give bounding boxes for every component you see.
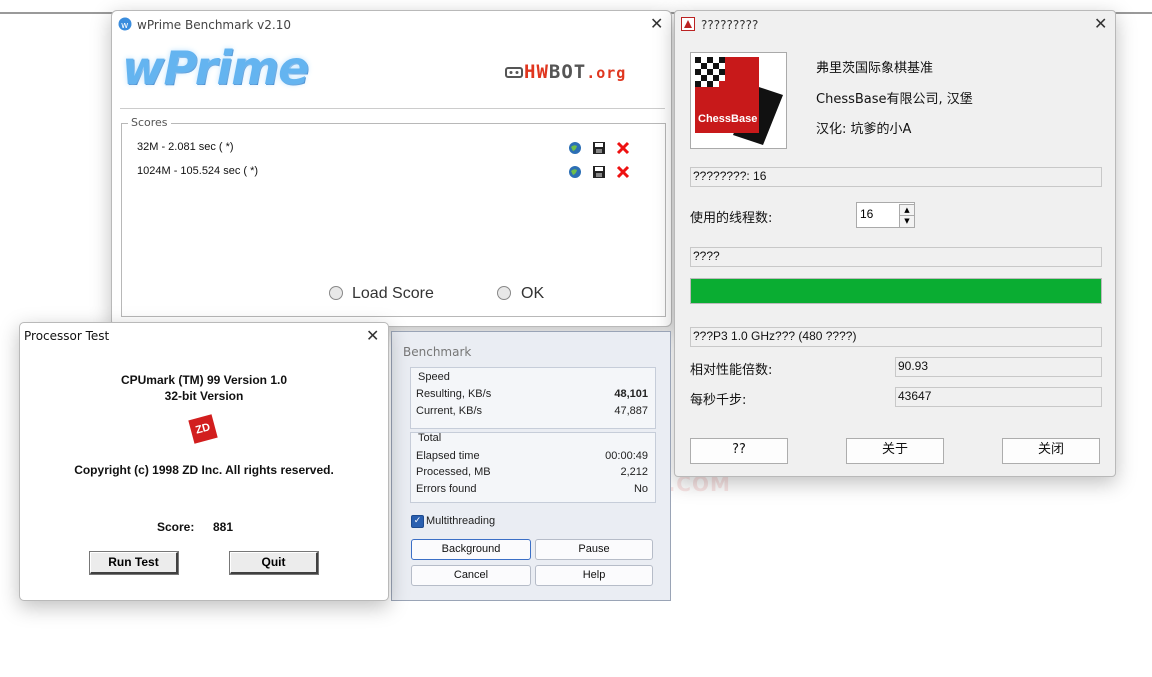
score-value: 881 xyxy=(213,520,234,534)
threads-spinner[interactable]: 16 ▲ ▼ xyxy=(856,202,915,228)
progress-bar xyxy=(690,278,1102,304)
load-score-label[interactable]: Load Score xyxy=(352,285,434,303)
processor-test-window: Processor Test ✕ CPUmark (TM) 99 Version… xyxy=(19,322,389,601)
header-divider xyxy=(120,108,665,109)
window-title: ????????? xyxy=(701,18,759,32)
unknown-button[interactable]: ?? xyxy=(690,438,788,464)
current-value: 47,887 xyxy=(614,405,648,417)
close-icon[interactable]: ✕ xyxy=(1094,16,1107,32)
load-score-radio[interactable] xyxy=(329,286,343,300)
ratio-label: 相对性能倍数: xyxy=(690,363,773,378)
cancel-button[interactable]: Cancel xyxy=(411,565,531,586)
close-button[interactable]: 关闭 xyxy=(1002,438,1100,464)
processed-label: Processed, MB xyxy=(416,466,491,478)
elapsed-value: 00:00:49 xyxy=(605,450,648,462)
help-button[interactable]: Help xyxy=(535,565,653,586)
hwbot-logo: HWBOT.org xyxy=(504,61,626,83)
total-legend: Total xyxy=(418,432,442,444)
status-field: ???? xyxy=(690,247,1102,267)
benchmark-name: 弗里茨国际象棋基准 xyxy=(816,61,934,76)
hwbot-hw: HW xyxy=(524,61,549,83)
resulting-label: Resulting, KB/s xyxy=(416,388,492,400)
scores-legend: Scores xyxy=(128,116,171,129)
score-label: Score: xyxy=(157,520,195,534)
run-test-button[interactable]: Run Test xyxy=(89,551,179,575)
hwbot-org: .org xyxy=(586,64,627,82)
product-name: CPUmark (TM) 99 Version 1.0 xyxy=(120,373,288,387)
about-button[interactable]: 关于 xyxy=(846,438,944,464)
threads-value[interactable]: 16 xyxy=(860,207,873,221)
chessbase-logo-text: ChessBase xyxy=(698,113,758,125)
background-button[interactable]: Background xyxy=(411,539,531,560)
globe-upload-icon[interactable] xyxy=(568,141,582,155)
close-icon[interactable]: ✕ xyxy=(650,16,663,32)
threads-label: 使用的线程数: xyxy=(690,211,773,226)
svg-text:w: w xyxy=(121,21,128,31)
threads-info-field: ????????: 16 xyxy=(690,167,1102,187)
save-icon[interactable] xyxy=(592,165,606,179)
copyright-text: Copyright (c) 1998 ZD Inc. All rights re… xyxy=(74,463,334,477)
close-icon[interactable]: ✕ xyxy=(366,328,379,344)
knps-value: 43647 xyxy=(895,387,1102,407)
pause-button[interactable]: Pause xyxy=(535,539,653,560)
window-title: Benchmark xyxy=(403,345,472,359)
benchmark-window: Benchmark Speed Resulting, KB/s 48,101 C… xyxy=(391,331,671,601)
product-version: 32-bit Version xyxy=(164,389,244,403)
progress-bar-fill xyxy=(691,279,1101,303)
resulting-value: 48,101 xyxy=(614,388,648,400)
delete-icon[interactable] xyxy=(616,165,630,179)
ratio-value: 90.93 xyxy=(895,357,1102,377)
window-title: Processor Test xyxy=(24,329,110,343)
ok-label[interactable]: OK xyxy=(521,285,544,303)
wprime-logo: wPrime xyxy=(122,41,309,95)
chessbase-logo: ChessBase xyxy=(690,52,787,149)
hwbot-robot-icon xyxy=(505,67,523,78)
score-row: 1024M - 105.524 sec ( *) xyxy=(137,165,259,177)
score-row: 32M - 2.081 sec ( *) xyxy=(137,141,234,153)
multithreading-checkbox[interactable]: ✓ xyxy=(411,515,424,528)
window-title: wPrime Benchmark v2.10 xyxy=(137,18,291,32)
chessbase-window: ????????? ✕ ChessBase 弗里茨国际象棋基准 ChessBas xyxy=(674,10,1116,477)
company-name: ChessBase有限公司, 汉堡 xyxy=(816,92,973,107)
hwbot-bot: BOT xyxy=(548,61,587,83)
speed-legend: Speed xyxy=(418,371,450,383)
zd-logo: ZD xyxy=(188,414,218,444)
knps-label: 每秒千步: xyxy=(690,393,747,408)
spin-down-icon[interactable]: ▼ xyxy=(899,215,915,228)
chessbase-app-icon xyxy=(681,17,695,31)
reference-machine-field: ???P3 1.0 GHz??? (480 ????) xyxy=(690,327,1102,347)
wprime-app-icon: w xyxy=(118,17,132,31)
current-label: Current, KB/s xyxy=(416,405,483,417)
multithreading-label[interactable]: Multithreading xyxy=(426,515,495,527)
delete-icon[interactable] xyxy=(616,141,630,155)
localization-credit: 汉化: 坑爹的小A xyxy=(816,122,912,137)
ok-radio[interactable] xyxy=(497,286,511,300)
chessbase-board-icon xyxy=(695,57,783,145)
quit-button[interactable]: Quit xyxy=(229,551,319,575)
save-icon[interactable] xyxy=(592,141,606,155)
processed-value: 2,212 xyxy=(620,466,648,478)
errors-label: Errors found xyxy=(416,483,477,495)
elapsed-label: Elapsed time xyxy=(416,450,480,462)
wprime-window: w wPrime Benchmark v2.10 ✕ wPrime HWBOT.… xyxy=(111,10,672,327)
errors-value: No xyxy=(633,483,648,495)
globe-upload-icon[interactable] xyxy=(568,165,582,179)
